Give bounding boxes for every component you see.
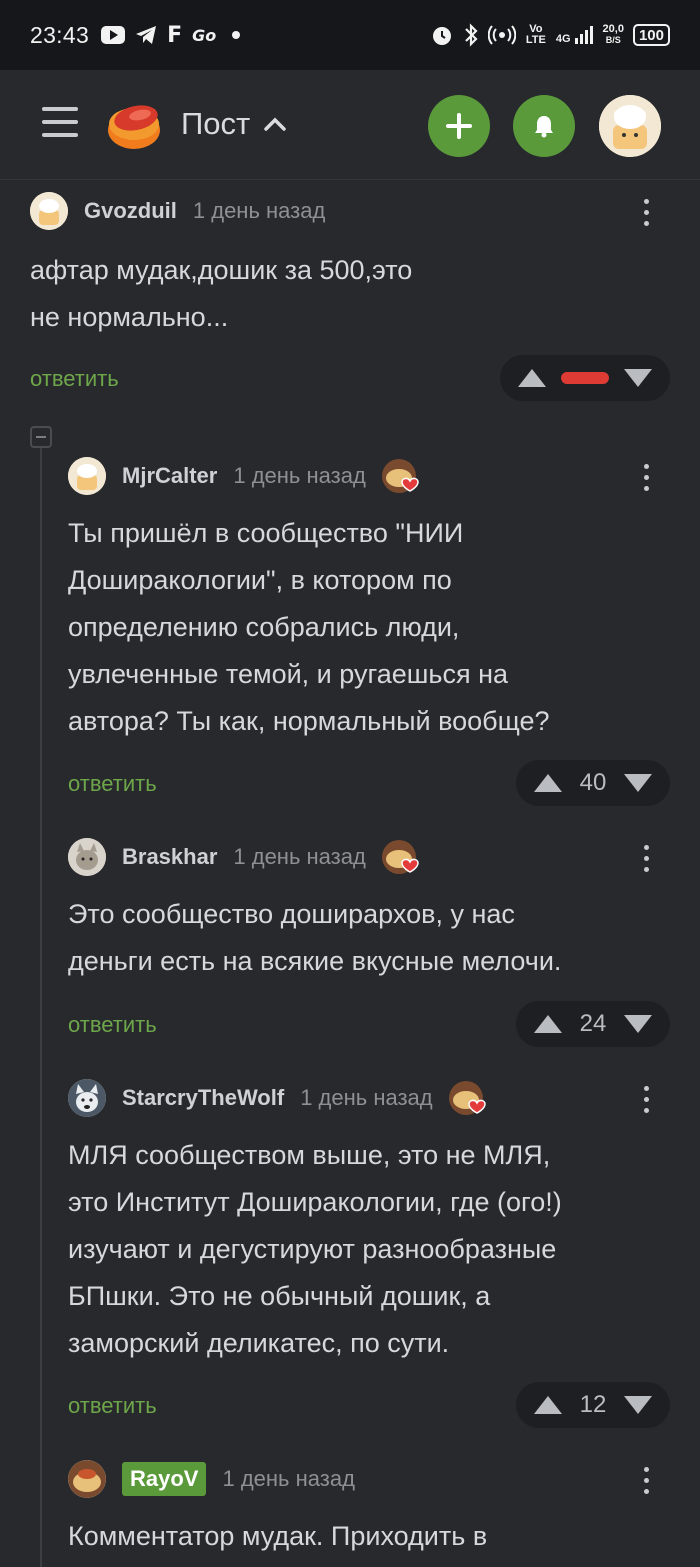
vote-widget: 40: [516, 760, 670, 806]
net-speed-unit: B/S: [605, 35, 621, 45]
comment-text: афтар мудак,дошик за 500,это не нормальн…: [30, 255, 413, 332]
signal-icon: 4G: [556, 25, 594, 45]
telegram-icon: [136, 26, 157, 44]
volte-icon: Vo LTE: [525, 23, 546, 46]
more-options-icon[interactable]: [644, 1086, 650, 1116]
rating-value: 24: [579, 1010, 607, 1037]
avatar[interactable]: [68, 1079, 106, 1117]
comment-time[interactable]: 1 день назад: [300, 1085, 432, 1111]
battery-indicator: 100: [632, 24, 670, 46]
menu-icon[interactable]: [42, 107, 78, 139]
vote-widget: 12: [516, 1382, 670, 1428]
downvote-icon[interactable]: [624, 369, 652, 387]
avatar[interactable]: [30, 192, 68, 230]
comment-username[interactable]: StarcryTheWolf: [122, 1085, 284, 1111]
upvote-icon[interactable]: [534, 1015, 562, 1033]
comment-time[interactable]: 1 день назад: [233, 463, 365, 489]
reply-link[interactable]: ответить: [68, 1012, 157, 1038]
vote-widget: [500, 355, 670, 401]
comment-text: Ты пришёл в сообщество "НИИ Доширакологи…: [68, 518, 550, 736]
more-options-icon[interactable]: [644, 1467, 650, 1497]
avatar[interactable]: [68, 1460, 106, 1498]
avatar[interactable]: [68, 838, 106, 876]
upvote-icon[interactable]: [534, 1396, 562, 1414]
net-speed: 20,0: [602, 23, 624, 35]
upvote-icon[interactable]: [518, 369, 546, 387]
rating-value: 40: [579, 769, 607, 796]
pikabu-logo[interactable]: [106, 98, 162, 150]
comment-username[interactable]: RayoV: [122, 1462, 207, 1496]
page-title[interactable]: Пост: [181, 106, 250, 142]
reply-link[interactable]: ответить: [30, 366, 119, 392]
alarm-icon: [432, 27, 451, 45]
go-icon: Go: [192, 25, 217, 45]
youtube-icon: [101, 26, 126, 44]
downvote-icon[interactable]: [623, 1396, 652, 1414]
comment-username[interactable]: MjrCalter: [122, 463, 217, 489]
comment-username[interactable]: Braskhar: [122, 844, 217, 870]
create-post-button[interactable]: [428, 95, 490, 157]
comment-text: МЛЯ сообществом выше, это не МЛЯ, это Ин…: [68, 1140, 562, 1358]
rating-value: 12: [579, 1391, 607, 1418]
dot-icon: [232, 31, 241, 39]
award-icon[interactable]: [448, 1079, 487, 1117]
upvote-icon[interactable]: [534, 774, 562, 792]
network-type: 4G: [555, 33, 571, 45]
collapse-thread-button[interactable]: [30, 426, 52, 448]
rating-hidden-bar: [561, 372, 609, 384]
award-icon[interactable]: [381, 457, 420, 495]
reply-link[interactable]: ответить: [68, 1393, 157, 1419]
bluetooth-icon: [465, 23, 478, 47]
avatar[interactable]: [68, 457, 106, 495]
award-icon[interactable]: [381, 838, 420, 876]
notifications-button[interactable]: [513, 95, 575, 157]
more-options-icon[interactable]: [644, 845, 650, 875]
comment-username[interactable]: Gvozduil: [84, 198, 177, 224]
comment-text: Комментатор мудак. Приходить в: [68, 1521, 488, 1551]
status-bar: 23:43 F Go Vo LTE 4G 20,0 B/S 100: [0, 0, 700, 70]
downvote-icon[interactable]: [623, 1015, 652, 1033]
status-time: 23:43: [30, 21, 90, 48]
comment-text: Это сообщество доширархов, у нас деньги …: [68, 899, 562, 976]
facebook-icon: F: [167, 22, 183, 48]
thread-line: [40, 447, 42, 1567]
more-options-icon[interactable]: [644, 199, 650, 229]
hotspot-icon: [487, 25, 516, 45]
comment-time[interactable]: 1 день назад: [233, 844, 365, 870]
downvote-icon[interactable]: [623, 774, 652, 792]
app-header: Пост: [0, 70, 700, 180]
chevron-up-icon[interactable]: [264, 117, 286, 131]
vote-widget: 24: [516, 1001, 670, 1047]
more-options-icon[interactable]: [644, 464, 650, 494]
comment-time[interactable]: 1 день назад: [222, 1466, 354, 1492]
plus-icon: [446, 113, 472, 139]
profile-avatar[interactable]: [599, 95, 661, 157]
reply-link[interactable]: ответить: [68, 771, 157, 797]
comment-time[interactable]: 1 день назад: [193, 198, 325, 224]
bell-icon: [535, 116, 553, 138]
